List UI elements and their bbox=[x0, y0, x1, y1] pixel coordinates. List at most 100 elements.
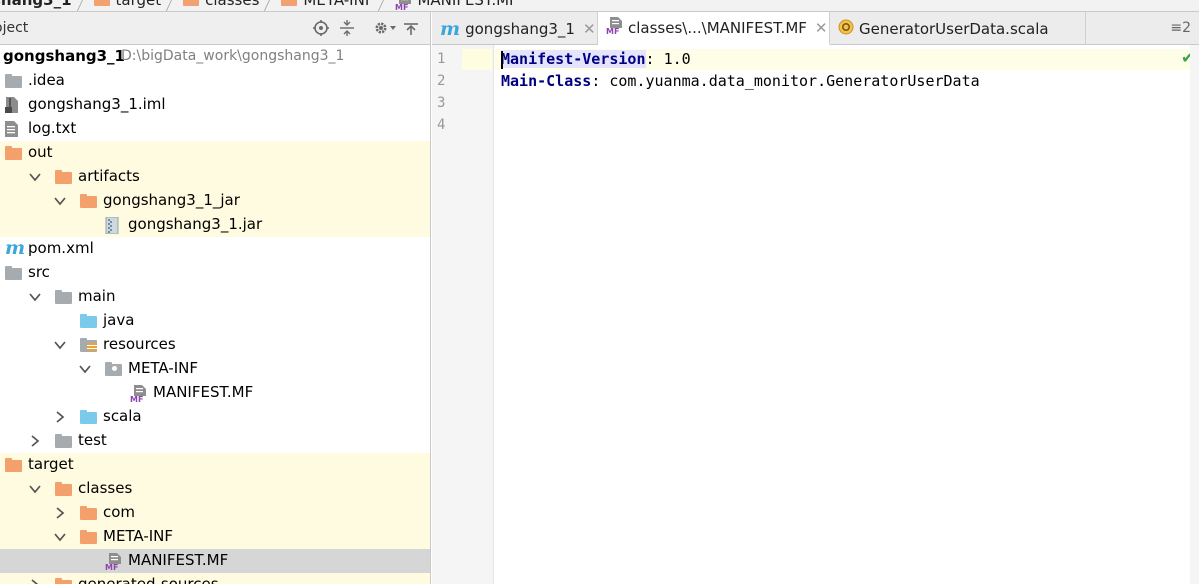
maven-icon: m bbox=[5, 237, 26, 259]
tree-node[interactable]: log.txt bbox=[0, 117, 430, 141]
tree-node-label: META-INF bbox=[128, 359, 199, 377]
editor-tab[interactable]: GeneratorUserData.scala bbox=[830, 12, 1086, 45]
chevron-down-icon[interactable] bbox=[28, 290, 42, 304]
chevron-right-icon[interactable] bbox=[53, 506, 67, 520]
tree-node-label: gongshang3_1.iml bbox=[28, 95, 166, 113]
tree-node[interactable]: classes bbox=[0, 477, 430, 501]
tree-node-label: gongshang3_1_jar bbox=[103, 191, 240, 209]
tree-node[interactable]: gongshang3_1.jar bbox=[0, 213, 430, 237]
editor-tab[interactable]: MF classes\...\MANIFEST.MF ✕ bbox=[598, 12, 830, 46]
settings-gear-icon[interactable] bbox=[372, 19, 398, 37]
tree-node[interactable]: target bbox=[0, 453, 430, 477]
tree-node-label: META-INF bbox=[103, 527, 174, 545]
line-number: 2 bbox=[437, 73, 446, 89]
tree-node-label: MANIFEST.MF bbox=[153, 383, 254, 401]
manifest-separator: : bbox=[591, 72, 610, 90]
tree-node[interactable]: MF MANIFEST.MF bbox=[0, 381, 430, 405]
manifest-icon: MF bbox=[130, 385, 147, 404]
editor-tab[interactable]: m gongshang3_1 ✕ bbox=[432, 12, 598, 45]
tree-node-label: gongshang3_1.jar bbox=[128, 215, 263, 233]
tab-label: gongshang3_1 bbox=[465, 19, 575, 38]
chevron-down-icon[interactable] bbox=[53, 530, 67, 544]
svg-text:MF: MF bbox=[105, 563, 118, 570]
chevron-down-icon[interactable] bbox=[53, 338, 67, 352]
breadcrumb-separator bbox=[379, 0, 389, 11]
folder-icon bbox=[183, 0, 200, 6]
folder-icon bbox=[80, 313, 97, 329]
breadcrumb-label: target bbox=[115, 0, 162, 9]
line-number: 1 bbox=[437, 51, 446, 67]
chevron-down-icon[interactable] bbox=[28, 482, 42, 496]
breadcrumb-separator bbox=[167, 0, 177, 11]
chevron-down-icon[interactable] bbox=[78, 362, 92, 376]
text-file-icon bbox=[5, 121, 22, 137]
folder-icon bbox=[55, 289, 72, 305]
tree-node[interactable]: artifacts bbox=[0, 165, 430, 189]
folder-icon bbox=[55, 169, 72, 185]
editor-scrollbar[interactable] bbox=[1190, 45, 1199, 584]
chevron-right-icon[interactable] bbox=[53, 410, 67, 424]
chevron-right-icon[interactable] bbox=[28, 434, 42, 448]
tree-node[interactable]: out bbox=[0, 141, 430, 165]
tree-node[interactable]: gongshang3_1 D:\bigData_work\gongshang3_1 bbox=[0, 45, 430, 69]
breadcrumb-separator bbox=[265, 0, 275, 11]
tree-node-label: main bbox=[78, 287, 116, 305]
manifest-icon: MF bbox=[105, 553, 122, 572]
tree-node[interactable]: com bbox=[0, 501, 430, 525]
hide-panel-icon[interactable] bbox=[402, 19, 420, 37]
tree-node[interactable]: resources bbox=[0, 333, 430, 357]
chevron-down-icon[interactable] bbox=[28, 170, 42, 184]
tab-list-icon[interactable]: ≡2 bbox=[1170, 20, 1191, 36]
code-line: Manifest-Version: 1.0 bbox=[501, 48, 691, 70]
tree-node[interactable]: META-INF bbox=[0, 357, 430, 381]
breadcrumb-item[interactable]: MF MANIFEST.MF bbox=[395, 0, 518, 11]
collapse-all-icon[interactable] bbox=[338, 19, 356, 37]
folder-icon bbox=[80, 409, 97, 425]
tree-node[interactable]: gongshang3_1_jar bbox=[0, 189, 430, 213]
tree-node-label: com bbox=[103, 503, 136, 521]
tree-node[interactable]: gongshang3_1.iml bbox=[0, 93, 430, 117]
chevron-right-icon[interactable] bbox=[28, 578, 42, 584]
breadcrumb-separator bbox=[78, 0, 88, 11]
tree-node[interactable]: m pom.xml bbox=[0, 237, 430, 261]
jar-icon bbox=[105, 216, 122, 235]
tree-node-label: test bbox=[78, 431, 107, 449]
tree-node[interactable]: main bbox=[0, 285, 430, 309]
close-tab-icon[interactable]: ✕ bbox=[583, 20, 596, 38]
project-path: D:\bigData_work\gongshang3_1 bbox=[121, 48, 345, 64]
close-tab-icon[interactable]: ✕ bbox=[815, 19, 828, 37]
breadcrumb-item[interactable]: target bbox=[93, 0, 162, 9]
breadcrumb-label: classes bbox=[205, 0, 260, 9]
breadcrumb-item[interactable]: shang3_1 bbox=[0, 0, 72, 9]
svg-text:MF: MF bbox=[395, 3, 408, 10]
manifest-key: Manifest-Version bbox=[501, 50, 646, 68]
breadcrumb-label: META-INF bbox=[303, 0, 374, 9]
chevron-down-icon[interactable] bbox=[53, 194, 67, 208]
package-folder-icon bbox=[105, 361, 122, 377]
breadcrumb-item[interactable]: classes bbox=[183, 0, 259, 9]
tree-node[interactable]: src bbox=[0, 261, 430, 285]
breadcrumb-item[interactable]: META-INF bbox=[281, 0, 373, 9]
tree-node[interactable]: generated-sources bbox=[0, 573, 430, 584]
folder-icon bbox=[80, 529, 97, 545]
tree-node-label: src bbox=[28, 263, 50, 281]
manifest-key: Main-Class bbox=[501, 72, 592, 90]
tree-node[interactable]: test bbox=[0, 429, 430, 453]
tree-node[interactable]: scala bbox=[0, 405, 430, 429]
manifest-value: com.yuanma.data_monitor.GeneratorUserDat… bbox=[609, 72, 980, 90]
svg-text:MF: MF bbox=[130, 395, 143, 402]
tree-node-label: log.txt bbox=[28, 119, 77, 137]
tree-node[interactable]: META-INF bbox=[0, 525, 430, 549]
locate-file-icon[interactable] bbox=[312, 19, 330, 37]
project-tool-window: oject gongshang3_1D:\bigData_work\gongsh… bbox=[0, 12, 431, 584]
folder-icon bbox=[5, 457, 22, 473]
folder-icon bbox=[55, 481, 72, 497]
navigation-breadcrumb: shang3_1 target classes META-INF MF MANIFEST.… bbox=[0, 0, 1199, 12]
folder-icon bbox=[5, 73, 22, 89]
folder-icon bbox=[55, 577, 72, 584]
folder-icon bbox=[80, 193, 97, 209]
tree-node[interactable]: java bbox=[0, 309, 430, 333]
manifest-value: 1.0 bbox=[663, 50, 691, 68]
tree-node[interactable]: .idea bbox=[0, 69, 430, 93]
tree-node[interactable]: MF MANIFEST.MF bbox=[0, 549, 430, 573]
